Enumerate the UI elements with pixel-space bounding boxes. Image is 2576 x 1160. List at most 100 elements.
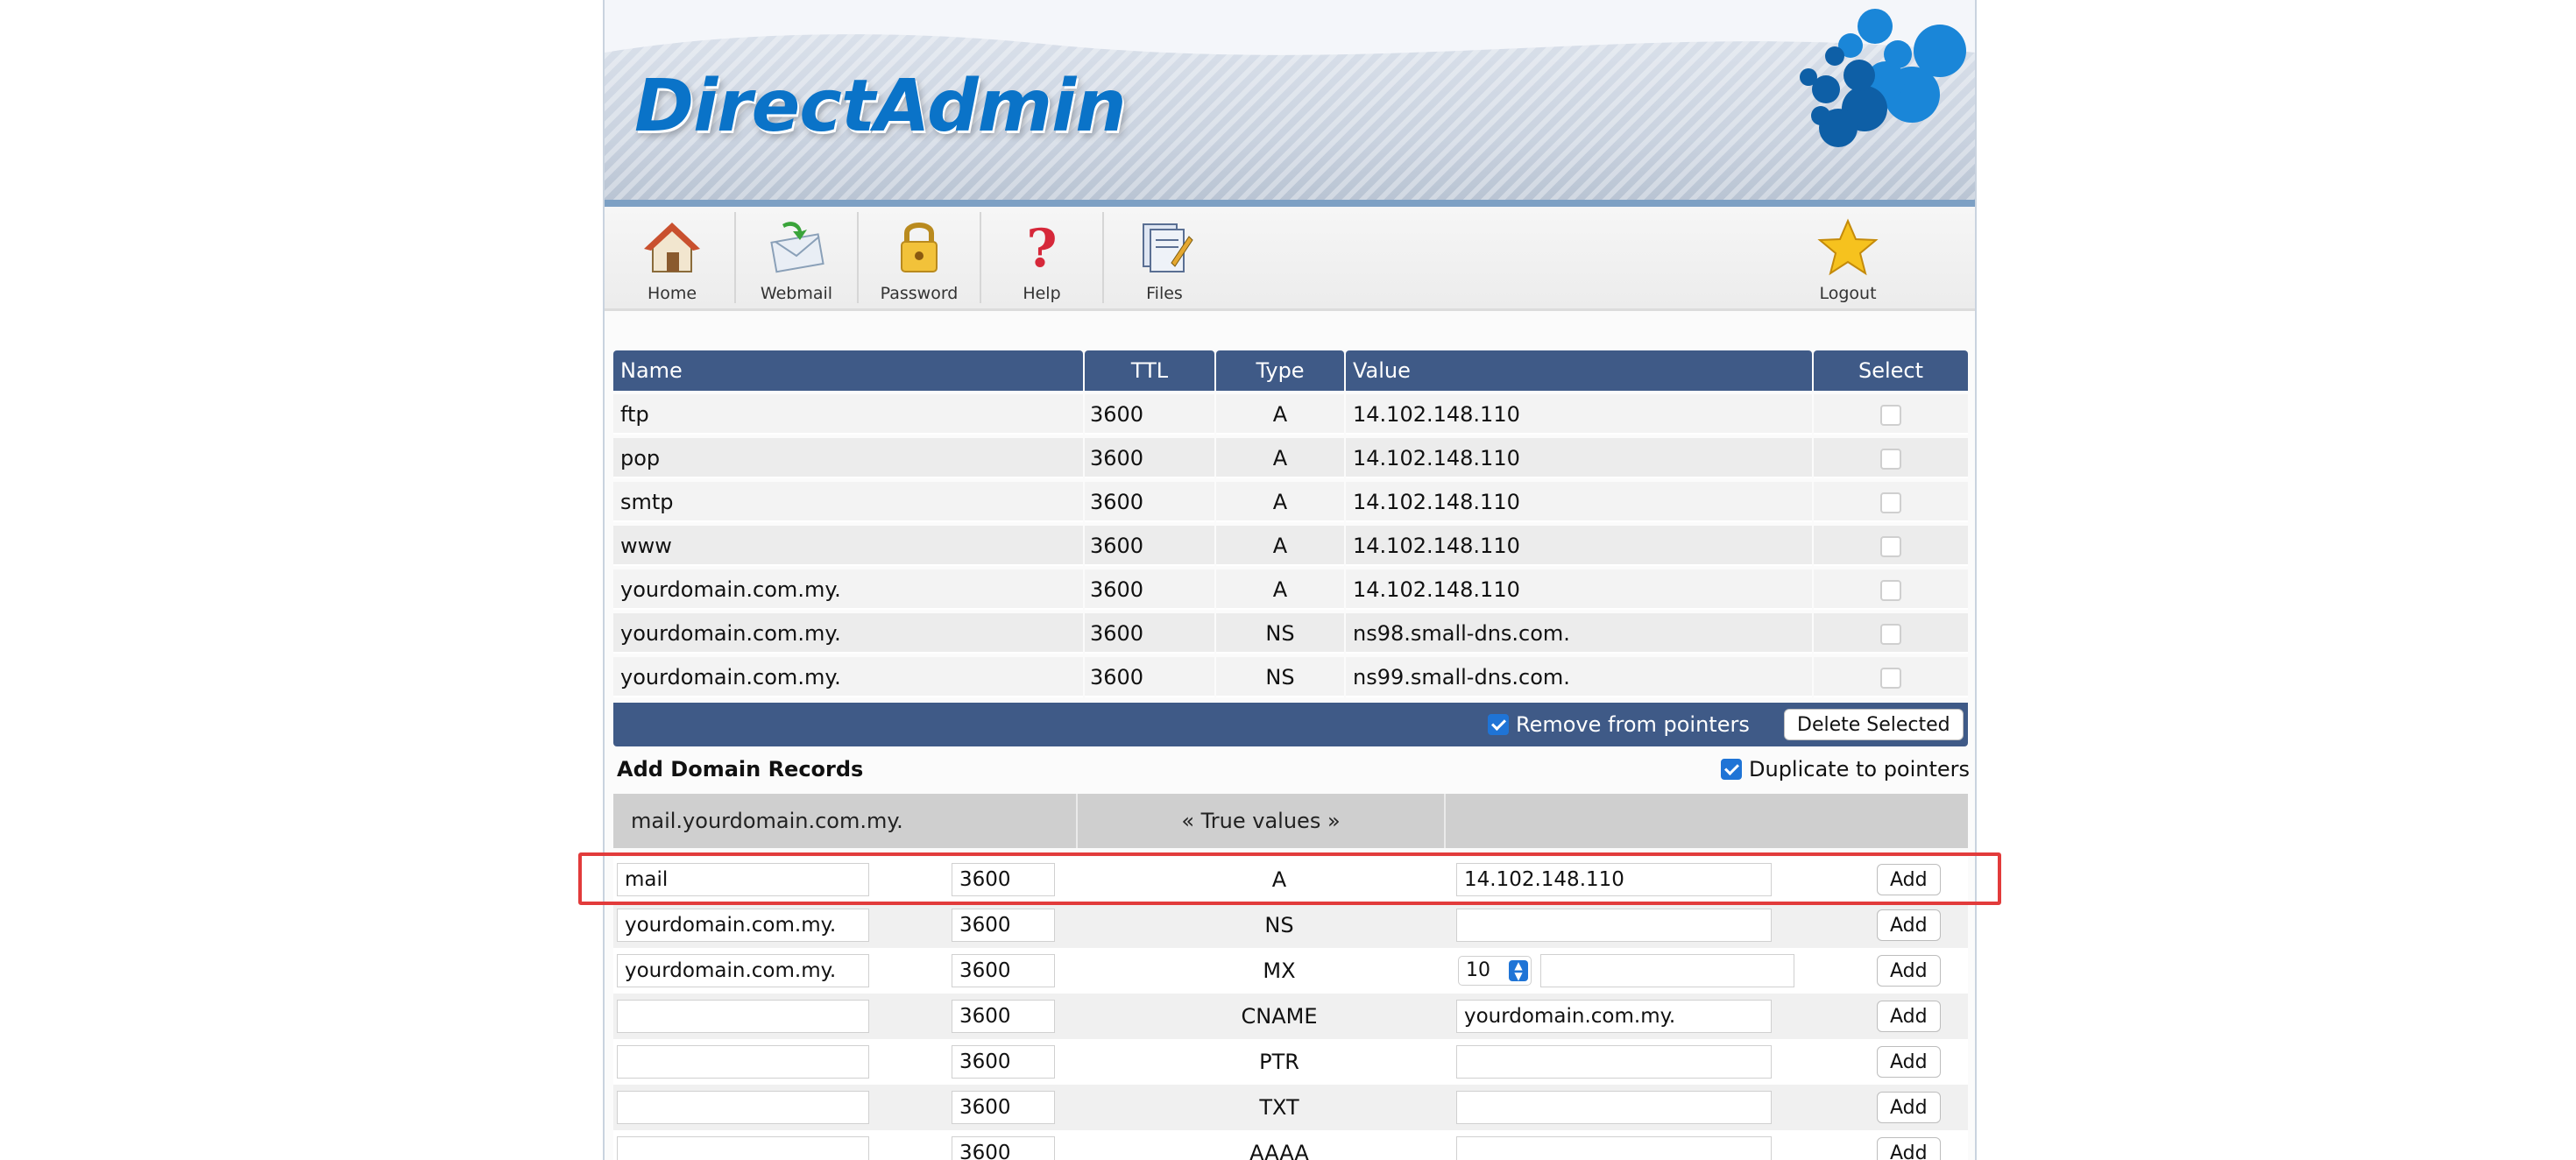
add-record-name-input[interactable] [617, 863, 869, 896]
add-record-type-label: MX [1263, 958, 1296, 983]
add-record-type-label: CNAME [1241, 1004, 1318, 1029]
record-ttl: 3600 [1085, 613, 1214, 654]
add-record-type-label: NS [1264, 913, 1294, 937]
add-record-ttl-input[interactable] [952, 1091, 1055, 1124]
record-select-checkbox[interactable] [1880, 624, 1901, 645]
add-record-ttl-input[interactable] [952, 1136, 1055, 1160]
record-ttl: 3600 [1085, 569, 1214, 610]
select-arrows-icon: ▲ ▼ [1509, 960, 1528, 981]
record-select-cell [1814, 569, 1968, 610]
add-record-value-input[interactable] [1456, 1045, 1772, 1079]
mx-priority-value: 10 [1466, 959, 1490, 981]
add-record-value-input[interactable] [1456, 1091, 1772, 1124]
svg-text:?: ? [1026, 218, 1057, 279]
toolbar-webmail-label: Webmail [760, 284, 833, 303]
record-type: NS [1216, 613, 1344, 654]
add-record-value-input[interactable] [1456, 909, 1772, 942]
duplicate-to-pointers-label: Duplicate to pointers [1749, 757, 1971, 782]
toolbar-help[interactable]: ? Help [981, 207, 1102, 308]
record-select-checkbox[interactable] [1880, 492, 1901, 513]
add-record-name-input[interactable] [617, 1000, 869, 1033]
toolbar-logout[interactable]: Logout [1787, 207, 1908, 308]
record-select-checkbox[interactable] [1880, 668, 1901, 689]
mx-priority-select[interactable]: 10 ▲ ▼ [1458, 956, 1532, 986]
record-select-checkbox[interactable] [1880, 405, 1901, 426]
add-record-row: A Add [613, 857, 1968, 902]
delete-selected-button[interactable]: Delete Selected [1784, 709, 1964, 740]
files-icon [1143, 223, 1193, 272]
add-record-ttl-input[interactable] [952, 863, 1055, 896]
toolbar-home[interactable]: Home [612, 207, 732, 308]
add-record-button[interactable]: Add [1877, 1092, 1941, 1123]
add-record-row: NS Add [613, 902, 1968, 948]
add-record-value-input[interactable] [1456, 1000, 1772, 1033]
help-icon: ? [1026, 218, 1057, 279]
record-select-cell [1814, 526, 1968, 566]
add-record-name-input[interactable] [617, 1045, 869, 1079]
toolbar-help-label: Help [1023, 284, 1061, 303]
record-ttl: 3600 [1085, 526, 1214, 566]
add-record-value-input[interactable] [1540, 954, 1794, 987]
add-record-button[interactable]: Add [1877, 1001, 1941, 1032]
record-select-cell [1814, 613, 1968, 654]
add-record-type-label: TXT [1259, 1095, 1299, 1120]
record-name: smtp [613, 482, 1083, 522]
toolbar-home-label: Home [647, 284, 697, 303]
directadmin-logo[interactable]: DirectAdmin [634, 65, 1127, 148]
add-record-ttl-input[interactable] [952, 909, 1055, 942]
record-ttl: 3600 [1085, 657, 1214, 697]
record-name: yourdomain.com.my. [613, 569, 1083, 610]
add-record-button[interactable]: Add [1877, 909, 1941, 941]
delete-bar: Remove from pointers Delete Selected [613, 703, 1968, 746]
record-name: yourdomain.com.my. [613, 613, 1083, 654]
add-record-name-input[interactable] [617, 1091, 869, 1124]
add-record-type-label: A [1271, 867, 1287, 892]
add-record-name-input[interactable] [617, 1136, 869, 1160]
record-ttl: 3600 [1085, 438, 1214, 478]
record-select-cell [1814, 482, 1968, 522]
column-header-type: Type [1216, 350, 1344, 391]
add-record-button[interactable]: Add [1877, 1046, 1941, 1078]
add-record-button[interactable]: Add [1877, 864, 1941, 895]
add-record-name-input[interactable] [617, 909, 869, 942]
add-record-row: MX 10 ▲▼ Add [613, 948, 1968, 994]
record-value: 14.102.148.110 [1346, 394, 1812, 435]
subheader-true-values: « True values » [1181, 809, 1341, 833]
toolbar-logout-label: Logout [1819, 284, 1877, 303]
record-name: yourdomain.com.my. [613, 657, 1083, 697]
record-type: A [1216, 394, 1344, 435]
main-toolbar: Home Webmail Password ? Help Files Logou… [605, 207, 1975, 311]
column-header-name: Name [613, 350, 1083, 391]
record-type: A [1216, 569, 1344, 610]
remove-from-pointers-checkbox[interactable] [1488, 714, 1509, 735]
add-record-button[interactable]: Add [1877, 1137, 1941, 1160]
record-type: A [1216, 526, 1344, 566]
column-header-value: Value [1346, 350, 1812, 391]
record-value: ns98.small-dns.com. [1346, 613, 1812, 654]
bubbles-logo-icon [1800, 9, 1966, 147]
record-value: 14.102.148.110 [1346, 438, 1812, 478]
add-record-name-input[interactable] [617, 954, 869, 987]
record-type: NS [1216, 657, 1344, 697]
add-record-ttl-input[interactable] [952, 1045, 1055, 1079]
add-record-value-input[interactable] [1456, 863, 1772, 896]
remove-from-pointers-label: Remove from pointers [1516, 712, 1750, 737]
add-record-button[interactable]: Add [1877, 955, 1941, 987]
record-select-cell [1814, 438, 1968, 478]
column-header-select: Select [1814, 350, 1968, 391]
record-ttl: 3600 [1085, 394, 1214, 435]
record-value: 14.102.148.110 [1346, 482, 1812, 522]
add-record-ttl-input[interactable] [952, 954, 1055, 987]
duplicate-to-pointers-checkbox[interactable] [1721, 759, 1742, 780]
toolbar-files[interactable]: Files [1104, 207, 1225, 308]
toolbar-webmail[interactable]: Webmail [736, 207, 857, 308]
add-record-value-input[interactable] [1456, 1136, 1772, 1160]
toolbar-password[interactable]: Password [859, 207, 980, 308]
record-select-checkbox[interactable] [1880, 580, 1901, 601]
record-select-checkbox[interactable] [1880, 449, 1901, 470]
add-record-ttl-input[interactable] [952, 1000, 1055, 1033]
record-select-checkbox[interactable] [1880, 536, 1901, 557]
home-icon [644, 223, 700, 272]
record-value: 14.102.148.110 [1346, 526, 1812, 566]
add-record-row: AAAA Add [613, 1130, 1968, 1160]
